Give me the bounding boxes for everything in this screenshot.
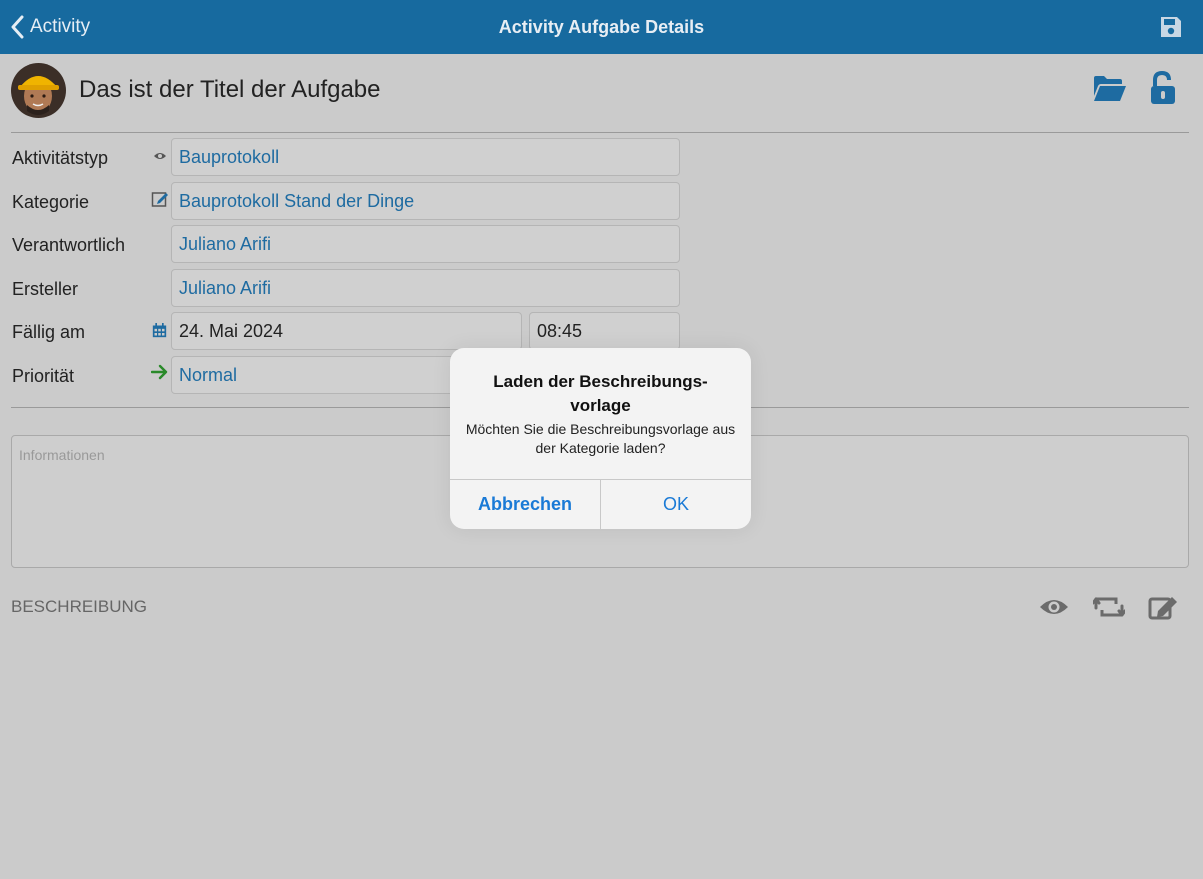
row-faellig: Fällig am 24. Mai 2024 08:45 (0, 312, 700, 350)
ersteller-label: Ersteller (12, 279, 79, 299)
eye-icon[interactable] (151, 148, 169, 166)
prioritaet-label: Priorität (12, 366, 75, 386)
page-title: Activity Aufgabe Details (498, 17, 705, 37)
row-ersteller: Ersteller Juliano Arifi (0, 269, 700, 307)
faellig-time-field[interactable]: 08:45 (529, 312, 680, 350)
ersteller-field[interactable]: Juliano Arifi (171, 269, 680, 307)
eye-icon[interactable] (1038, 594, 1070, 620)
arrow-right-icon (151, 364, 168, 380)
dialog-message: Möchten Sie die Beschreibungsvorlage aus… (465, 421, 736, 456)
back-button[interactable]: Activity (10, 0, 90, 54)
faellig-date-field[interactable]: 24. Mai 2024 (171, 312, 522, 350)
load-template-dialog: Laden der Beschreibungs-vorlage Möchten … (450, 348, 751, 529)
row-aktivitaetstyp: Aktivitätstyp Bauprotokoll (0, 138, 700, 176)
row-kategorie: Kategorie Bauprotokoll Stand der Dinge (0, 182, 700, 220)
task-title[interactable]: Das ist der Titel der Aufgabe (79, 76, 381, 104)
kategorie-field[interactable]: Bauprotokoll Stand der Dinge (171, 182, 680, 220)
beschreibung-heading: BESCHREIBUNG (11, 597, 148, 616)
calendar-icon[interactable] (152, 323, 167, 338)
edit-icon[interactable] (1148, 594, 1180, 620)
task-header: Das ist der Titel der Aufgabe (0, 54, 1203, 132)
verantwortlich-label: Verantwortlich (12, 235, 126, 255)
dialog-title: Laden der Beschreibungs-vorlage (493, 372, 708, 415)
kategorie-label: Kategorie (12, 192, 90, 212)
edit-icon[interactable] (151, 190, 169, 208)
chevron-left-icon (11, 15, 24, 39)
repeat-icon[interactable] (1093, 594, 1125, 620)
aktivitaetstyp-field[interactable]: Bauprotokoll (171, 138, 680, 176)
cancel-button[interactable]: Abbrechen (450, 480, 600, 529)
navigation-bar: Activity Activity Aufgabe Details (0, 0, 1203, 54)
header-divider (11, 132, 1189, 133)
faellig-label: Fällig am (12, 322, 86, 342)
ok-button[interactable]: OK (601, 480, 751, 529)
informationen-placeholder: Informationen (19, 447, 105, 463)
avatar (11, 63, 66, 118)
aktivitaetstyp-label: Aktivitätstyp (12, 148, 109, 168)
save-icon[interactable] (1159, 15, 1183, 39)
folder-open-icon[interactable] (1093, 74, 1127, 104)
back-button-label: Activity (30, 16, 91, 37)
row-verantwortlich: Verantwortlich Juliano Arifi (0, 225, 700, 263)
verantwortlich-field[interactable]: Juliano Arifi (171, 225, 680, 263)
unlock-icon[interactable] (1149, 71, 1177, 105)
